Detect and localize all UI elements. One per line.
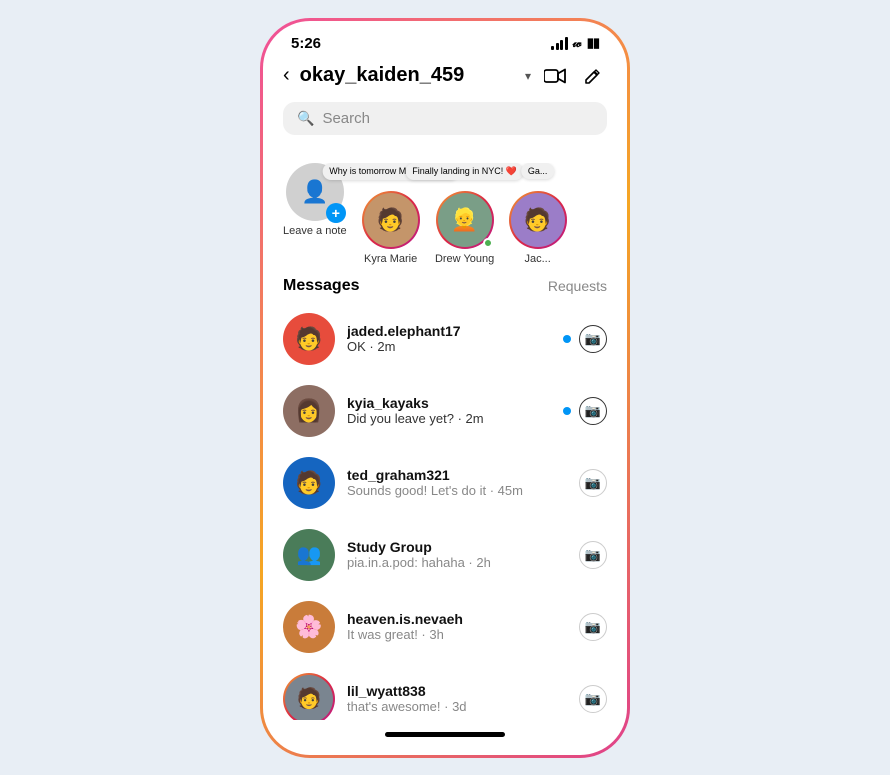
message-content-ted-graham321: ted_graham321 Sounds good! Let's do it ·…: [347, 467, 567, 498]
home-indicator: [385, 732, 505, 737]
message-item-lil-wyatt838[interactable]: 🧑 lil_wyatt838 that's awesome! · 3d 📷: [263, 663, 627, 720]
message-actions-heaven-nevaeh: 📷: [579, 613, 607, 641]
message-username-heaven-nevaeh: heaven.is.nevaeh: [347, 611, 567, 627]
message-content-kyia-kayaks: kyia_kayaks Did you leave yet? · 2m: [347, 395, 551, 426]
avatar-heaven-nevaeh: 🌸: [283, 601, 335, 653]
message-item-study-group[interactable]: 👥 Study Group pia.in.a.pod: hahaha · 2h …: [263, 519, 627, 591]
status-bar: 5:26 𝓌 ▮▮: [263, 21, 627, 58]
story-item-drew-young[interactable]: Finally landing in NYC! ❤️ 👱 Drew Young: [435, 163, 495, 265]
avatar-lil-wyatt838: 🧑: [283, 673, 335, 720]
message-username-ted-graham321: ted_graham321: [347, 467, 567, 483]
camera-button-ted-graham321[interactable]: 📷: [579, 469, 607, 497]
home-indicator-area: [263, 720, 627, 755]
messages-header: Messages Requests: [263, 273, 627, 303]
add-note-btn[interactable]: +: [326, 203, 346, 223]
message-item-jaded-elephant17[interactable]: 🧑 jaded.elephant17 OK · 2m 📷: [263, 303, 627, 375]
search-bar[interactable]: 🔍 Search: [283, 102, 607, 135]
stories-row: 👤 + Leave a note Why is tomorrow Monday!…: [263, 147, 627, 273]
search-input[interactable]: Search: [322, 110, 370, 127]
message-content-jaded-elephant17: jaded.elephant17 OK · 2m: [347, 323, 551, 354]
camera-button-lil-wyatt838[interactable]: 📷: [579, 685, 607, 713]
camera-button-heaven-nevaeh[interactable]: 📷: [579, 613, 607, 641]
message-preview-kyia-kayaks: Did you leave yet? · 2m: [347, 411, 551, 426]
camera-button-jaded-elephant17[interactable]: 📷: [579, 325, 607, 353]
message-username-study-group: Study Group: [347, 539, 567, 555]
story-label-add-note: Leave a note: [283, 225, 347, 237]
camera-button-kyia-kayaks[interactable]: 📷: [579, 397, 607, 425]
avatar-study-group: 👥: [283, 529, 335, 581]
message-content-lil-wyatt838: lil_wyatt838 that's awesome! · 3d: [347, 683, 567, 714]
camera-button-study-group[interactable]: 📷: [579, 541, 607, 569]
story-label-drew: Drew Young: [435, 253, 494, 265]
username-label: okay_kaiden_459: [300, 64, 513, 87]
status-time: 5:26: [291, 35, 321, 52]
message-actions-lil-wyatt838: 📷: [579, 685, 607, 713]
avatar-ted-graham321: 🧑: [283, 457, 335, 509]
unread-indicator-kyia-kayaks: [563, 407, 571, 415]
story-note-jac: Ga...: [521, 163, 555, 179]
story-note-drew: Finally landing in NYC! ❤️: [405, 163, 524, 180]
message-preview-heaven-nevaeh: It was great! · 3h: [347, 627, 567, 642]
wifi-icon: 𝓌: [573, 35, 582, 51]
status-icons: 𝓌 ▮▮: [551, 35, 599, 51]
search-icon: 🔍: [297, 110, 314, 127]
message-preview-jaded-elephant17: OK · 2m: [347, 339, 551, 354]
unread-indicator-jaded-elephant17: [563, 335, 571, 343]
avatar-kyia-kayaks: 👩: [283, 385, 335, 437]
message-content-study-group: Study Group pia.in.a.pod: hahaha · 2h: [347, 539, 567, 570]
message-actions-study-group: 📷: [579, 541, 607, 569]
requests-link[interactable]: Requests: [548, 278, 607, 294]
story-label-kyra: Kyra Marie: [364, 253, 417, 265]
story-label-jac: Jac...: [524, 253, 550, 265]
message-username-kyia-kayaks: kyia_kayaks: [347, 395, 551, 411]
video-call-button[interactable]: [541, 62, 569, 90]
message-preview-study-group: pia.in.a.pod: hahaha · 2h: [347, 555, 567, 570]
message-content-heaven-nevaeh: heaven.is.nevaeh It was great! · 3h: [347, 611, 567, 642]
dropdown-icon[interactable]: ▾: [525, 69, 531, 83]
message-preview-lil-wyatt838: that's awesome! · 3d: [347, 699, 567, 714]
battery-icon: ▮▮: [587, 35, 599, 51]
compose-button[interactable]: [579, 62, 607, 90]
message-preview-ted-graham321: Sounds good! Let's do it · 45m: [347, 483, 567, 498]
online-indicator-drew: [483, 238, 493, 248]
message-username-jaded-elephant17: jaded.elephant17: [347, 323, 551, 339]
message-item-heaven-nevaeh[interactable]: 🌸 heaven.is.nevaeh It was great! · 3h 📷: [263, 591, 627, 663]
signal-icon: [551, 37, 568, 50]
avatar-jaded-elephant17: 🧑: [283, 313, 335, 365]
messages-title: Messages: [283, 277, 360, 295]
message-username-lil-wyatt838: lil_wyatt838: [347, 683, 567, 699]
message-actions-kyia-kayaks: 📷: [563, 397, 607, 425]
message-list: 🧑 jaded.elephant17 OK · 2m 📷 👩 kyia_kaya…: [263, 303, 627, 720]
message-actions-ted-graham321: 📷: [579, 469, 607, 497]
header: ‹ okay_kaiden_459 ▾: [263, 58, 627, 98]
message-item-ted-graham321[interactable]: 🧑 ted_graham321 Sounds good! Let's do it…: [263, 447, 627, 519]
message-actions-jaded-elephant17: 📷: [563, 325, 607, 353]
back-button[interactable]: ‹: [283, 64, 290, 87]
message-item-kyia-kayaks[interactable]: 👩 kyia_kayaks Did you leave yet? · 2m 📷: [263, 375, 627, 447]
